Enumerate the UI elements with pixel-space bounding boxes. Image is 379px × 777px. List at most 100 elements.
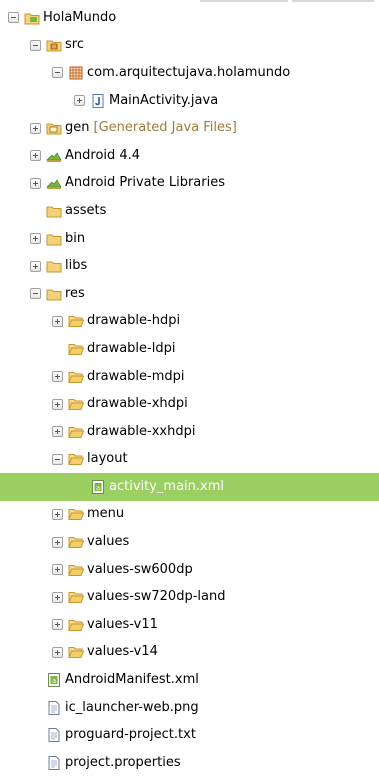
tree-item[interactable]: proguard-project.txt xyxy=(0,721,379,749)
tree-item[interactable]: com.arquitectujava.holamundo xyxy=(0,59,379,87)
tree-item-label: activity_main.xml xyxy=(109,478,225,494)
top-edge-left xyxy=(200,0,288,2)
expand-icon[interactable] xyxy=(52,646,63,658)
tree-item[interactable]: drawable-ldpi xyxy=(0,335,379,363)
tree-item-label: ic_launcher-web.png xyxy=(65,699,199,715)
folder-icon xyxy=(46,258,62,274)
folder-icon xyxy=(46,231,62,247)
tree-item[interactable]: MainActivity.java xyxy=(0,87,379,115)
tree-item[interactable]: ic_launcher-web.png xyxy=(0,694,379,722)
collapse-icon[interactable] xyxy=(8,12,19,24)
expand-icon[interactable] xyxy=(52,591,63,603)
tree-item[interactable]: values-sw600dp xyxy=(0,556,379,584)
tree-item[interactable]: Android 4.4 xyxy=(0,142,379,170)
open-folder-icon xyxy=(68,341,84,357)
package-explorer-tree: HolaMundo src com.arquitectujava.holamundo… xyxy=(0,4,379,777)
library-icon xyxy=(46,148,62,164)
open-folder-icon xyxy=(68,506,84,522)
tree-item-label: layout xyxy=(87,451,128,467)
tree-item[interactable]: values-sw720dp-land xyxy=(0,583,379,611)
expand-icon[interactable] xyxy=(30,260,41,272)
open-folder-icon xyxy=(68,617,84,633)
tree-item[interactable]: HolaMundo xyxy=(0,4,379,32)
tree-item-label: assets xyxy=(65,202,107,218)
tree-item[interactable]: drawable-mdpi xyxy=(0,363,379,391)
tree-item-label: values-sw720dp-land xyxy=(87,589,226,605)
expand-icon[interactable] xyxy=(52,315,63,327)
tree-item[interactable]: bin xyxy=(0,225,379,253)
tree-item[interactable]: drawable-xxhdpi xyxy=(0,418,379,446)
open-folder-icon xyxy=(68,562,84,578)
package-icon xyxy=(68,65,84,81)
expand-icon[interactable] xyxy=(30,177,41,189)
tree-item[interactable]: a activity_main.xml xyxy=(0,473,379,501)
collapse-icon[interactable] xyxy=(30,39,41,51)
open-folder-icon xyxy=(68,589,84,605)
tree-item-label: values-sw600dp xyxy=(87,561,193,577)
tree-item[interactable]: Android Private Libraries xyxy=(0,170,379,198)
tree-item-label: res xyxy=(65,285,85,301)
tree-item[interactable]: gen [Generated Java Files] xyxy=(0,114,379,142)
tree-item[interactable]: layout xyxy=(0,446,379,474)
expand-icon[interactable] xyxy=(30,122,41,134)
tree-item-label: values xyxy=(87,534,130,550)
tree-item[interactable]: a AndroidManifest.xml xyxy=(0,666,379,694)
svg-text:a: a xyxy=(96,484,100,492)
tree-item[interactable]: drawable-xhdpi xyxy=(0,390,379,418)
tree-item[interactable]: assets xyxy=(0,197,379,225)
tree-item-label: project.properties xyxy=(65,754,181,770)
collapse-icon[interactable] xyxy=(52,453,63,465)
tree-item[interactable]: res xyxy=(0,280,379,308)
collapse-icon[interactable] xyxy=(52,67,63,79)
open-folder-icon xyxy=(68,644,84,660)
folder-icon xyxy=(46,286,62,302)
tree-item-label: libs xyxy=(65,258,88,274)
expand-icon[interactable] xyxy=(52,371,63,383)
tree-item[interactable]: libs xyxy=(0,252,379,280)
file-icon xyxy=(46,755,62,771)
expand-icon[interactable] xyxy=(52,426,63,438)
tree-item-label: Android 4.4 xyxy=(65,147,141,163)
tree-item-decoration: [Generated Java Files] xyxy=(93,120,237,136)
android-project-icon xyxy=(24,10,40,26)
open-folder-icon xyxy=(68,369,84,385)
tree-item-label: values-v11 xyxy=(87,616,158,632)
file-icon xyxy=(46,700,62,716)
tree-item-label: com.arquitectujava.holamundo xyxy=(87,64,291,80)
collapse-icon[interactable] xyxy=(30,288,41,300)
tree-item[interactable]: project.properties xyxy=(0,749,379,777)
expand-icon[interactable] xyxy=(52,564,63,576)
tree-item-label: Android Private Libraries xyxy=(65,175,225,191)
tree-item-label: drawable-mdpi xyxy=(87,368,185,384)
tree-item-label: MainActivity.java xyxy=(109,92,219,108)
expand-icon[interactable] xyxy=(52,619,63,631)
tree-item-label: proguard-project.txt xyxy=(65,727,196,743)
expand-icon[interactable] xyxy=(74,95,85,107)
open-folder-icon xyxy=(68,424,84,440)
tree-item-label: AndroidManifest.xml xyxy=(65,672,199,688)
expand-icon[interactable] xyxy=(52,536,63,548)
tree-item-label: drawable-xxhdpi xyxy=(87,423,196,439)
expand-icon[interactable] xyxy=(30,233,41,245)
tree-item[interactable]: values-v11 xyxy=(0,611,379,639)
open-folder-icon xyxy=(68,313,84,329)
tree-item-label: bin xyxy=(65,230,86,246)
tree-item[interactable]: menu xyxy=(0,501,379,529)
open-folder-icon xyxy=(68,396,84,412)
svg-text:a: a xyxy=(52,677,56,685)
xml-file-icon: a xyxy=(90,479,106,495)
tree-item-label: gen xyxy=(65,120,90,136)
open-folder-icon xyxy=(68,534,84,550)
tree-item[interactable]: values xyxy=(0,528,379,556)
top-edge-right xyxy=(292,0,374,2)
tree-item[interactable]: values-v14 xyxy=(0,639,379,667)
expand-icon[interactable] xyxy=(30,150,41,162)
tree-item[interactable]: drawable-hdpi xyxy=(0,308,379,336)
tree-item[interactable]: src xyxy=(0,32,379,60)
tree-item-label: drawable-xhdpi xyxy=(87,396,188,412)
expand-icon[interactable] xyxy=(52,508,63,520)
folder-icon xyxy=(46,203,62,219)
java-file-icon xyxy=(90,93,106,109)
expand-icon[interactable] xyxy=(52,398,63,410)
tree-item-label: values-v14 xyxy=(87,644,158,660)
